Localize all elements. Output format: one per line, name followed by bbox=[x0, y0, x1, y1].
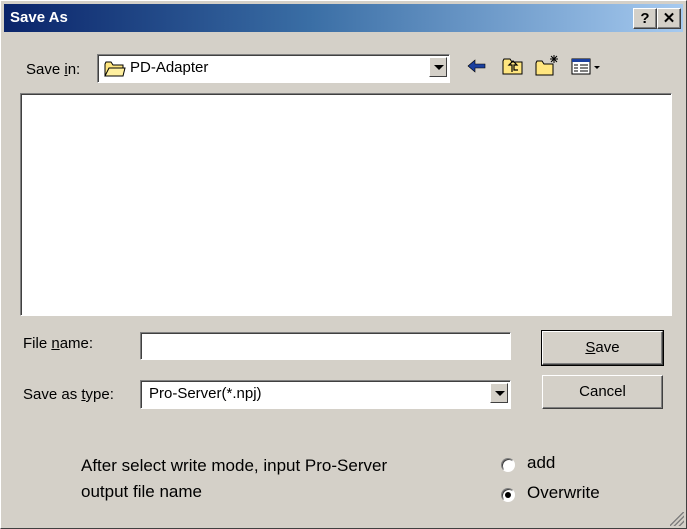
save-in-dropdown-button[interactable] bbox=[429, 57, 447, 77]
new-folder-icon bbox=[535, 55, 558, 76]
instruction-line-1: After select write mode, input Pro-Serve… bbox=[81, 456, 388, 475]
instruction-line-2: output file name bbox=[81, 482, 202, 501]
save-as-type-label: Save as type: bbox=[23, 386, 114, 403]
view-menu-button[interactable] bbox=[570, 53, 606, 79]
save-as-type-dropdown-button[interactable] bbox=[490, 383, 508, 403]
back-arrow-icon bbox=[467, 59, 486, 73]
close-icon: ✕ bbox=[662, 10, 676, 27]
window-title: Save As bbox=[10, 9, 68, 26]
resize-grip-icon[interactable] bbox=[670, 512, 684, 526]
overwrite-label: Overwrite bbox=[527, 483, 600, 502]
file-name-label: File name: bbox=[23, 335, 94, 352]
overwrite-radio[interactable] bbox=[501, 488, 515, 502]
up-one-level-button[interactable] bbox=[500, 53, 526, 79]
title-bar[interactable]: Save As ? ✕ bbox=[4, 4, 683, 32]
write-mode-overwrite-option[interactable]: Overwrite bbox=[501, 483, 631, 507]
up-one-level-icon bbox=[502, 58, 523, 75]
view-menu-icon bbox=[571, 58, 600, 75]
save-in-value: PD-Adapter bbox=[130, 59, 209, 76]
file-list[interactable] bbox=[20, 93, 672, 316]
cancel-button[interactable]: Cancel bbox=[542, 375, 663, 409]
help-button[interactable]: ? bbox=[633, 8, 657, 29]
write-mode-add-option[interactable]: add bbox=[501, 453, 621, 477]
help-icon: ? bbox=[640, 10, 650, 27]
folder-icon bbox=[104, 60, 126, 81]
save-in-label: Save in: bbox=[26, 61, 81, 78]
add-label: add bbox=[527, 453, 556, 472]
save-as-type-value: Pro-Server(*.npj) bbox=[149, 385, 262, 402]
file-name-input[interactable] bbox=[140, 332, 511, 360]
save-button[interactable]: Save bbox=[541, 330, 664, 366]
save-as-type-combo[interactable]: Pro-Server(*.npj) bbox=[140, 380, 511, 409]
save-in-combo[interactable]: PD-Adapter bbox=[97, 54, 450, 83]
new-folder-button[interactable] bbox=[534, 53, 560, 79]
add-radio[interactable] bbox=[501, 458, 515, 472]
back-button[interactable] bbox=[464, 53, 490, 79]
close-button[interactable]: ✕ bbox=[657, 8, 681, 29]
save-as-dialog: Save As ? ✕ Save in: PD-Adapter File nam… bbox=[0, 0, 687, 529]
